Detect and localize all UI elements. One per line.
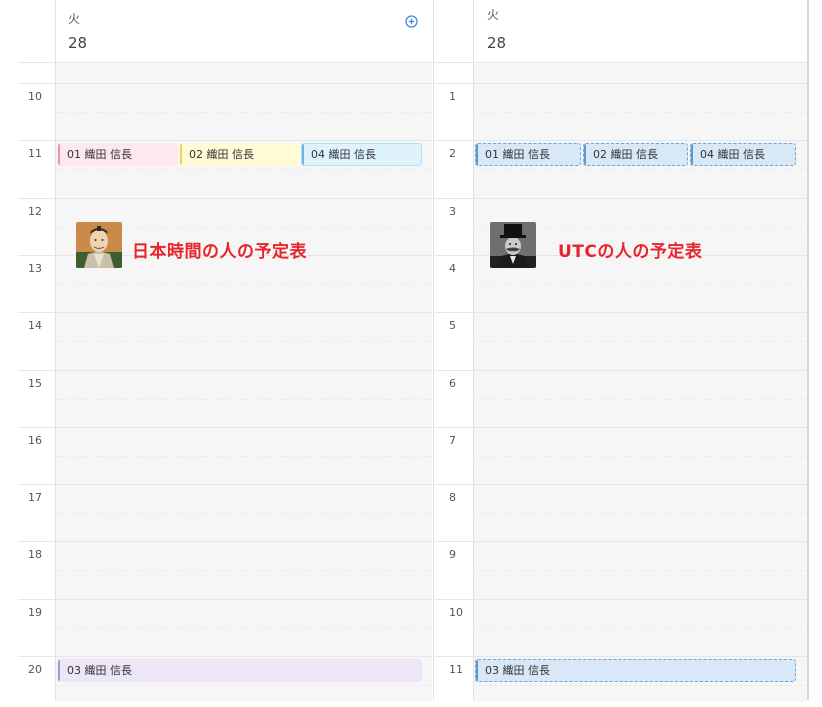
event-title: 04 織田 信長 [700, 148, 765, 161]
jst-annotation: 日本時間の人の予定表 [132, 242, 307, 262]
hour-line [433, 541, 807, 542]
day-number[interactable]: 28 [487, 34, 506, 52]
add-event-icon[interactable] [405, 13, 418, 28]
hour-label: 3 [449, 205, 456, 218]
hour-label: 20 [28, 663, 42, 676]
hour-label: 15 [28, 377, 42, 390]
day-number[interactable]: 28 [68, 34, 87, 52]
half-hour-line [56, 628, 432, 629]
time-gutter-divider [473, 0, 474, 700]
event-title: 01 織田 信長 [67, 148, 132, 161]
day-name: 火 [68, 12, 81, 26]
hour-line [18, 312, 432, 313]
event-01[interactable]: 01 織田 信長 [57, 143, 178, 166]
event-04[interactable]: 04 織田 信長 [301, 143, 422, 166]
hour-line [433, 599, 807, 600]
hour-label: 10 [449, 606, 463, 619]
half-hour-line [474, 570, 807, 571]
hour-label: 8 [449, 491, 456, 504]
event-04[interactable]: 04 織田 信長 [690, 143, 796, 166]
hour-label: 16 [28, 434, 42, 447]
hour-label: 5 [449, 319, 456, 332]
half-hour-line [56, 341, 432, 342]
half-hour-line [474, 628, 807, 629]
hour-label: 2 [449, 147, 456, 160]
hour-label: 14 [28, 319, 42, 332]
hour-line [433, 312, 807, 313]
hour-label: 11 [28, 147, 42, 160]
hour-label: 1 [449, 90, 456, 103]
hour-line [433, 140, 807, 141]
hour-line [433, 83, 807, 84]
half-hour-line [474, 685, 807, 686]
hour-label: 6 [449, 377, 456, 390]
event-title: 02 織田 信長 [593, 148, 658, 161]
hour-label: 4 [449, 262, 456, 275]
half-hour-line [474, 112, 807, 113]
event-02[interactable]: 02 織田 信長 [179, 143, 300, 166]
top-hat-man-portrait-icon [490, 222, 536, 268]
half-hour-line [56, 399, 432, 400]
hour-line [433, 370, 807, 371]
event-01[interactable]: 01 織田 信長 [475, 143, 581, 166]
header-bottom-line [433, 62, 807, 63]
event-title: 01 織田 信長 [485, 148, 550, 161]
half-hour-line [56, 570, 432, 571]
event-title: 04 織田 信長 [311, 148, 376, 161]
hour-line [18, 427, 432, 428]
half-hour-line [56, 513, 432, 514]
hour-label: 18 [28, 548, 42, 561]
hour-label: 13 [28, 262, 42, 275]
hour-line [433, 198, 807, 199]
utc-calendar-panel: 火 28 1 2 3 4 5 6 7 8 9 10 11 01 織田 信長 02 織田 信長 04 … [433, 0, 809, 702]
hour-line [18, 370, 432, 371]
samurai-portrait-icon [76, 222, 122, 268]
half-hour-line [474, 399, 807, 400]
event-02[interactable]: 02 織田 信長 [583, 143, 688, 166]
hour-line [18, 541, 432, 542]
event-title: 03 織田 信長 [485, 664, 550, 677]
event-title: 03 織田 信長 [67, 664, 132, 677]
event-03[interactable]: 03 織田 信長 [475, 659, 796, 682]
hour-line [433, 427, 807, 428]
event-03[interactable]: 03 織田 信長 [57, 659, 422, 682]
half-hour-line [474, 169, 807, 170]
day-name: 火 [487, 8, 500, 22]
panel-divider [433, 0, 434, 700]
half-hour-line [474, 284, 807, 285]
half-hour-line [56, 169, 432, 170]
half-hour-line [474, 456, 807, 457]
hour-line [18, 599, 432, 600]
hour-label: 19 [28, 606, 42, 619]
hour-label: 7 [449, 434, 456, 447]
hour-label: 9 [449, 548, 456, 561]
hour-line [18, 484, 432, 485]
header-bottom-line [18, 62, 432, 63]
utc-annotation: UTCの人の予定表 [558, 242, 703, 262]
hour-line [18, 656, 432, 657]
hour-label: 12 [28, 205, 42, 218]
half-hour-line [56, 685, 432, 686]
hour-line [18, 83, 432, 84]
day-header: 火 28 [433, 0, 807, 62]
hour-line [433, 484, 807, 485]
hour-label: 11 [449, 663, 463, 676]
half-hour-line [56, 112, 432, 113]
hour-line [18, 140, 432, 141]
hour-label: 17 [28, 491, 42, 504]
half-hour-line [474, 513, 807, 514]
hour-line [18, 198, 432, 199]
hour-label: 10 [28, 90, 42, 103]
half-hour-line [56, 284, 432, 285]
time-gutter-divider [55, 0, 56, 700]
jst-calendar-panel: 火 28 10 11 12 13 14 15 16 17 18 19 20 01 織田 信長 02 … [18, 0, 432, 702]
half-hour-line [474, 341, 807, 342]
event-title: 02 織田 信長 [189, 148, 254, 161]
hour-line [433, 656, 807, 657]
day-header: 火 28 [18, 0, 432, 62]
half-hour-line [56, 456, 432, 457]
